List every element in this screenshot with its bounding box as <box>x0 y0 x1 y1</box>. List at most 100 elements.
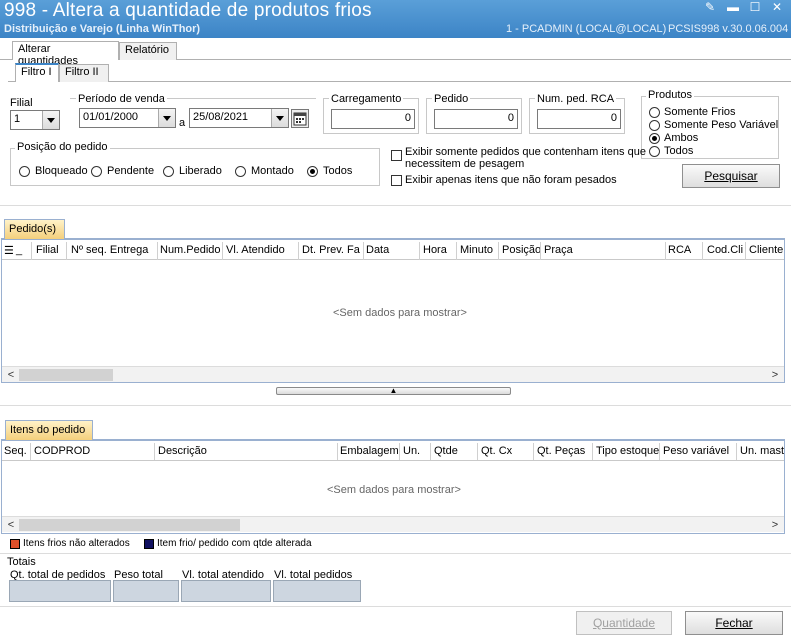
column-header[interactable]: Nº seq. Entrega <box>71 244 148 256</box>
tab-relatorio[interactable]: Relatório <box>119 42 177 60</box>
column-header[interactable]: Praça <box>544 244 573 256</box>
column-header[interactable]: Un. <box>403 445 420 457</box>
tab-filtro-1[interactable]: Filtro I <box>15 63 59 82</box>
column-header[interactable]: Filial <box>36 244 59 256</box>
produtos-option-label: Somente Peso Variável <box>664 119 779 131</box>
radio-ambos[interactable] <box>649 133 660 144</box>
column-header[interactable]: Qtde <box>434 445 458 457</box>
quantidade-button[interactable]: Quantidade <box>576 611 672 635</box>
column-header[interactable]: Descrição <box>158 445 207 457</box>
produtos-option-label: Todos <box>664 145 694 157</box>
produtos-option-label: Somente Frios <box>664 106 736 118</box>
column-header[interactable]: Num.Pedido <box>160 244 221 256</box>
column-header[interactable]: Data <box>366 244 389 256</box>
date-to-input[interactable]: 25/08/2021 <box>189 108 289 128</box>
radio-somente-frios[interactable] <box>649 107 660 118</box>
scroll-thumb[interactable] <box>19 519 240 531</box>
column-header[interactable]: Tipo estoque <box>596 445 659 457</box>
scroll-thumb[interactable] <box>19 369 113 381</box>
check-nao-pesados[interactable] <box>391 175 402 186</box>
carregamento-label: Carregamento <box>329 93 404 105</box>
radio-pendente[interactable] <box>91 166 102 177</box>
itens-tab-line <box>1 439 785 440</box>
date-from-input[interactable]: 01/01/2000 <box>79 108 176 128</box>
calendar-icon[interactable] <box>291 109 309 128</box>
column-menu-icon[interactable]: ☰ <box>4 244 14 257</box>
column-header[interactable]: _ <box>16 244 22 256</box>
column-header[interactable]: Qt. Cx <box>481 445 512 457</box>
column-header[interactable]: Cliente <box>749 244 783 256</box>
radio-montado[interactable] <box>235 166 246 177</box>
legend-changed-label: Item frio/ pedido com qtde alterada <box>157 538 312 549</box>
title-bar: 998 - Altera a quantidade de produtos fr… <box>0 0 791 38</box>
scroll-left-icon[interactable]: < <box>4 368 18 382</box>
column-header[interactable]: Posição <box>502 244 541 256</box>
posicao-label: Posição do pedido <box>15 141 110 153</box>
tab-filtro-2[interactable]: Filtro II <box>59 64 109 82</box>
check-nao-pesados-label: Exibir apenas itens que não foram pesado… <box>405 174 617 186</box>
minimize-icon[interactable]: ▬ <box>726 1 740 13</box>
scroll-left-icon[interactable]: < <box>4 518 18 532</box>
posicao-option-label: Montado <box>251 165 294 177</box>
column-header[interactable]: Qt. Peças <box>537 445 585 457</box>
window-subtitle: Distribuição e Varejo (Linha WinThor) <box>4 23 201 35</box>
carregamento-input[interactable]: 0 <box>331 109 415 129</box>
radio-todos-posicao[interactable] <box>307 166 318 177</box>
program-version: PCSIS998 v.30.0.06.004 <box>668 23 789 35</box>
pedidos-empty-message: <Sem dados para mostrar> <box>333 307 467 319</box>
edit-icon[interactable]: ✎ <box>703 1 717 13</box>
tab-alterar-quantidades[interactable]: Alterar quantidades <box>12 41 119 67</box>
radio-somente-peso-variavel[interactable] <box>649 120 660 131</box>
radio-bloqueado[interactable] <box>19 166 30 177</box>
filter-tab-line <box>8 81 791 82</box>
column-header[interactable]: RCA <box>668 244 691 256</box>
pedido-input[interactable]: 0 <box>434 109 518 129</box>
posicao-option-label: Todos <box>323 165 353 177</box>
column-header[interactable]: Peso variável <box>663 445 729 457</box>
pedidos-tab-line <box>1 238 785 239</box>
scroll-right-icon[interactable]: > <box>768 368 782 382</box>
chevron-down-icon[interactable] <box>158 109 175 127</box>
filial-label: Filial <box>10 97 33 109</box>
chevron-down-icon[interactable] <box>271 109 288 127</box>
splitter-handle[interactable]: ▲ <box>276 387 511 395</box>
itens-hscrollbar[interactable]: < > <box>2 516 784 532</box>
produtos-option-label: Ambos <box>664 132 699 144</box>
column-header[interactable]: Dt. Prev. Fa <box>302 244 360 256</box>
column-header[interactable]: CODPROD <box>34 445 90 457</box>
column-header[interactable]: Vl. Atendido <box>226 244 285 256</box>
pesquisar-button[interactable]: Pesquisar <box>682 164 780 188</box>
num-ped-rca-input[interactable]: 0 <box>537 109 621 129</box>
posicao-option-label: Pendente <box>107 165 155 177</box>
check-pesagem-label-1: Exibir somente pedidos que contenham ite… <box>405 146 646 158</box>
chevron-down-icon[interactable] <box>42 111 59 129</box>
fechar-button[interactable]: Fechar <box>685 611 783 635</box>
column-header[interactable]: Minuto <box>460 244 493 256</box>
column-header[interactable]: Cod.Cli <box>707 244 743 256</box>
divider <box>0 405 791 406</box>
filial-value: 1 <box>14 113 21 125</box>
maximize-icon[interactable]: ☐ <box>748 1 762 13</box>
vl-total-pedidos-field <box>273 580 361 602</box>
tab-itens-do-pedido[interactable]: Itens do pedido <box>5 420 93 440</box>
pedidos-hscrollbar[interactable]: < > <box>2 366 784 382</box>
check-pesagem[interactable] <box>391 150 402 161</box>
posicao-option-label: Liberado <box>179 165 222 177</box>
date-separator: a <box>179 117 186 129</box>
radio-liberado[interactable] <box>163 166 174 177</box>
scroll-right-icon[interactable]: > <box>768 518 782 532</box>
tab-pedidos[interactable]: Pedido(s) <box>4 219 65 239</box>
column-header[interactable]: Un. mast <box>740 445 784 457</box>
column-header[interactable]: Embalagem <box>340 445 399 457</box>
legend-changed-swatch <box>144 539 154 549</box>
column-header[interactable]: Seq. <box>4 445 27 457</box>
radio-todos-produtos[interactable] <box>649 146 660 157</box>
num-ped-rca-label: Num. ped. RCA <box>535 93 617 105</box>
legend-not-changed-swatch <box>10 539 20 549</box>
column-header[interactable]: Hora <box>423 244 447 256</box>
user-status: 1 - PCADMIN (LOCAL@LOCAL) <box>506 23 667 35</box>
pedido-label: Pedido <box>432 93 471 105</box>
filial-select[interactable]: 1 <box>10 110 60 130</box>
close-icon[interactable]: ✕ <box>770 1 784 13</box>
divider <box>0 205 791 206</box>
